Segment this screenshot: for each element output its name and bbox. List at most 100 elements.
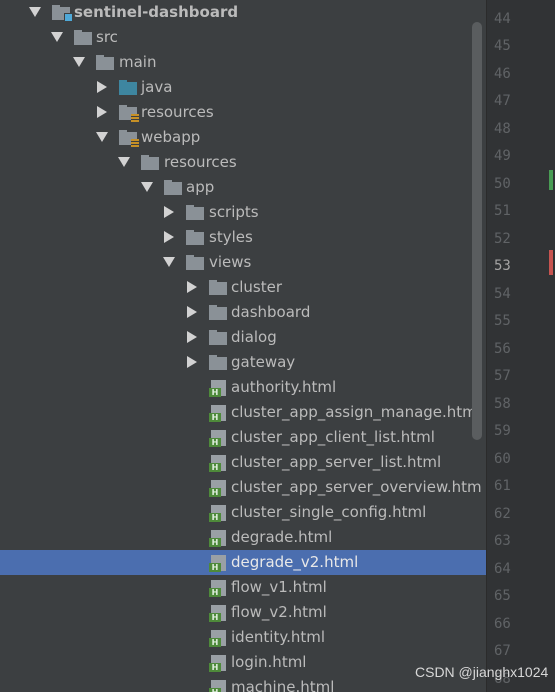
folder-icon <box>209 280 227 296</box>
line-number: 52 <box>494 231 511 247</box>
folder-icon <box>209 330 227 346</box>
tree-item-identity-html[interactable]: H identity.html <box>0 625 486 650</box>
folder-icon <box>209 305 227 321</box>
chevron-down-icon[interactable] <box>96 132 108 142</box>
tree-item-src[interactable]: src <box>0 25 486 50</box>
tree-item-label: cluster_app_client_list.html <box>231 428 435 446</box>
tree-item-cluster-app-client-list-html[interactable]: H cluster_app_client_list.html <box>0 425 486 450</box>
line-number: 59 <box>494 423 511 439</box>
chevron-down-icon[interactable] <box>141 182 153 192</box>
html-file-icon: H <box>209 380 227 397</box>
chevron-down-icon[interactable] <box>73 57 85 67</box>
line-number: 49 <box>494 148 511 164</box>
line-number: 67 <box>494 643 511 659</box>
tree-item-app[interactable]: app <box>0 175 486 200</box>
chevron-down-icon[interactable] <box>51 32 63 42</box>
tree-item-label: flow_v1.html <box>231 578 327 596</box>
tree-item-label: main <box>119 53 157 71</box>
tree-item-views[interactable]: views <box>0 250 486 275</box>
html-file-icon: H <box>209 555 227 572</box>
tree-item-label: dialog <box>231 328 277 346</box>
tree-item-label: cluster_app_assign_manage.html <box>231 403 481 421</box>
chevron-right-icon[interactable] <box>187 331 197 343</box>
vertical-scrollbar-thumb[interactable] <box>472 22 482 440</box>
source-folder-icon <box>119 80 137 96</box>
tree-item-dashboard[interactable]: dashboard <box>0 300 486 325</box>
chevron-right-icon[interactable] <box>97 106 107 118</box>
tree-item-label: identity.html <box>231 628 326 646</box>
chevron-down-icon[interactable] <box>29 7 41 17</box>
tree-item-label: cluster_app_server_list.html <box>231 453 442 471</box>
tree-item-flow-v1-html[interactable]: H flow_v1.html <box>0 575 486 600</box>
module-folder-icon <box>52 5 73 22</box>
tree-item-degrade-html[interactable]: H degrade.html <box>0 525 486 550</box>
line-number: 45 <box>494 38 511 54</box>
tree-item-gateway[interactable]: gateway <box>0 350 486 375</box>
chevron-right-icon[interactable] <box>187 281 197 293</box>
line-number: 51 <box>494 203 511 219</box>
folder-icon <box>186 255 204 271</box>
line-number-gutter: 44 45 46 47 48 49 50 51 52 53 54 55 56 5… <box>486 0 555 692</box>
line-number: 44 <box>494 11 511 27</box>
tree-item-label: resources <box>164 153 237 171</box>
html-file-icon: H <box>209 605 227 622</box>
chevron-right-icon[interactable] <box>164 231 174 243</box>
tree-item-cluster[interactable]: cluster <box>0 275 486 300</box>
tree-item-degrade-v2-html[interactable]: H degrade_v2.html <box>0 550 486 575</box>
line-number: 66 <box>494 616 511 632</box>
tree-item-label: gateway <box>231 353 296 371</box>
chevron-right-icon[interactable] <box>187 356 197 368</box>
tree-item-label: resources <box>141 103 214 121</box>
tree-item-label: views <box>209 253 252 271</box>
tree-item-label: scripts <box>209 203 259 221</box>
tree-item-java[interactable]: java <box>0 75 486 100</box>
line-number: 65 <box>494 588 511 604</box>
tree-item-dialog[interactable]: dialog <box>0 325 486 350</box>
current-line-number: 53 <box>494 258 511 274</box>
tree-item-resources[interactable]: resources <box>0 100 486 125</box>
chevron-right-icon[interactable] <box>97 81 107 93</box>
tree-item-login-html[interactable]: H login.html <box>0 650 486 675</box>
html-file-icon: H <box>209 405 227 422</box>
tree-item-resources[interactable]: resources <box>0 150 486 175</box>
chevron-down-icon[interactable] <box>118 157 130 167</box>
html-file-icon: H <box>209 430 227 447</box>
tree-item-machine-html[interactable]: H machine.html <box>0 675 486 692</box>
line-number: 48 <box>494 121 511 137</box>
folder-icon <box>164 180 182 196</box>
folder-icon <box>186 205 204 221</box>
tree-item-label: degrade_v2.html <box>231 553 359 571</box>
vcs-change-marker <box>549 250 553 275</box>
tree-item-webapp[interactable]: webapp <box>0 125 486 150</box>
tree-item-authority-html[interactable]: H authority.html <box>0 375 486 400</box>
tree-item-label: machine.html <box>231 678 335 692</box>
tree-item-styles[interactable]: styles <box>0 225 486 250</box>
chevron-right-icon[interactable] <box>187 306 197 318</box>
line-number: 63 <box>494 533 511 549</box>
tree-item-scripts[interactable]: scripts <box>0 200 486 225</box>
line-number: 46 <box>494 66 511 82</box>
tree-item-cluster-app-server-list-html[interactable]: H cluster_app_server_list.html <box>0 450 486 475</box>
tree-item-label: java <box>141 78 173 96</box>
line-number: 62 <box>494 506 511 522</box>
tree-item-label: src <box>96 28 118 46</box>
line-number: 60 <box>494 451 511 467</box>
tree-item-cluster-single-config-html[interactable]: H cluster_single_config.html <box>0 500 486 525</box>
folder-icon <box>96 55 114 71</box>
tree-item-cluster-app-server-overview-html[interactable]: H cluster_app_server_overview.htm <box>0 475 486 500</box>
chevron-right-icon[interactable] <box>164 206 174 218</box>
line-number: 57 <box>494 368 511 384</box>
folder-icon <box>186 230 204 246</box>
tree-item-cluster-app-assign-manage-html[interactable]: H cluster_app_assign_manage.html <box>0 400 486 425</box>
tree-item-sentinel-dashboard[interactable]: sentinel-dashboard <box>0 0 486 25</box>
tree-item-label: cluster <box>231 278 283 296</box>
vcs-change-marker <box>549 170 553 190</box>
tree-item-label: sentinel-dashboard <box>74 3 239 21</box>
line-number: 54 <box>494 286 511 302</box>
tree-item-main[interactable]: main <box>0 50 486 75</box>
line-number: 55 <box>494 313 511 329</box>
tree-item-flow-v2-html[interactable]: H flow_v2.html <box>0 600 486 625</box>
tree-item-label: degrade.html <box>231 528 333 546</box>
chevron-down-icon[interactable] <box>163 257 175 267</box>
tree-item-label: login.html <box>231 653 307 671</box>
